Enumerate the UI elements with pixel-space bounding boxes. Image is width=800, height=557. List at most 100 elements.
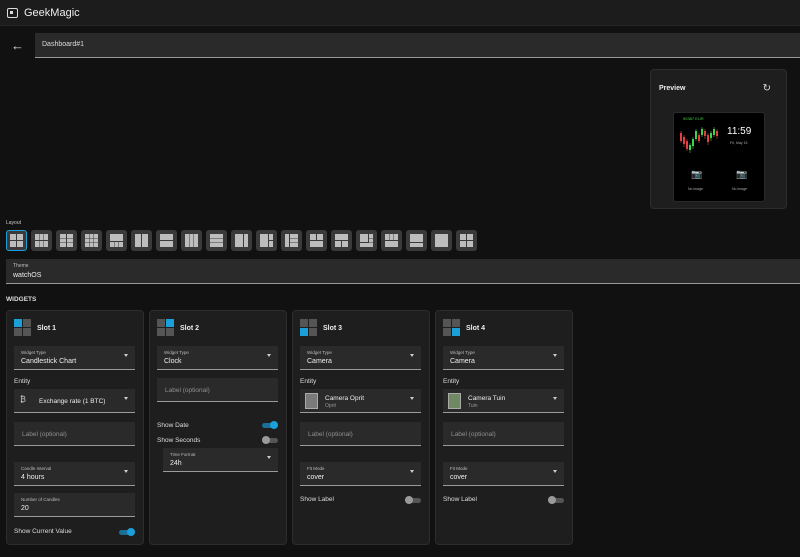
slot-card-3: Slot 3 Widget Type Camera Entity Camera …	[292, 310, 430, 545]
layout-option-button[interactable]	[406, 230, 427, 251]
slot-card-2: Slot 2 Widget Type Clock Label (optional…	[149, 310, 287, 545]
preview-card: Preview ↻ 90387 EUR 11:59 Fri, May 15 📷 …	[650, 69, 787, 209]
time-format-value: 24h	[170, 460, 182, 467]
dropdown-caret-icon	[553, 397, 557, 400]
fit-mode-select[interactable]: Fit Mode cover	[300, 462, 421, 486]
layout-option-button[interactable]	[31, 230, 52, 251]
dropdown-caret-icon	[410, 470, 414, 473]
slot-layout-icon	[157, 319, 174, 336]
layout-grid-icon	[35, 234, 48, 247]
device-price: 90387 EUR	[683, 116, 704, 121]
dropdown-caret-icon	[124, 470, 128, 473]
refresh-icon[interactable]: ↻	[763, 83, 771, 94]
widget-type-select[interactable]: Widget Type Camera	[443, 346, 564, 370]
time-format-select[interactable]: Time Format 24h	[163, 448, 278, 472]
layout-option-button[interactable]	[156, 230, 177, 251]
layout-option-button[interactable]	[331, 230, 352, 251]
layout-grid-icon	[335, 234, 348, 247]
widget-type-value: Camera	[450, 358, 475, 365]
entity-label: Entity	[300, 378, 317, 385]
show-seconds-toggle[interactable]	[262, 436, 278, 444]
back-arrow-icon[interactable]: ←	[11, 38, 24, 53]
entity-select[interactable]: Camera Oprit Oprit	[300, 389, 421, 413]
app-title: GeekMagic	[24, 6, 80, 19]
widget-type-label: Widget Type	[21, 350, 46, 355]
layout-option-button[interactable]	[256, 230, 277, 251]
label-placeholder: Label (optional)	[451, 431, 496, 438]
layout-option-button[interactable]	[231, 230, 252, 251]
widget-type-label: Widget Type	[450, 350, 475, 355]
slot-layout-icon	[14, 319, 31, 336]
show-label-label: Show Label	[443, 496, 477, 503]
widget-type-value: Clock	[164, 358, 182, 365]
show-label-toggle[interactable]	[405, 496, 421, 504]
dropdown-caret-icon	[410, 354, 414, 357]
dropdown-caret-icon	[124, 397, 128, 400]
layout-option-button[interactable]	[306, 230, 327, 251]
layout-grid-icon	[185, 234, 198, 247]
number-of-candles-input[interactable]: Number of Candles 20	[14, 493, 135, 517]
layout-grid-icon	[385, 234, 398, 247]
device-date: Fri, May 15	[730, 141, 748, 145]
layout-grid-icon	[285, 234, 298, 247]
label-input[interactable]: Label (optional)	[14, 422, 135, 446]
camera-thumbnail	[448, 393, 461, 409]
label-placeholder: Label (optional)	[308, 431, 353, 438]
layout-option-button[interactable]	[356, 230, 377, 251]
layout-grid-icon	[460, 234, 473, 247]
number-of-candles-label: Number of Candles	[21, 497, 60, 502]
entity-select[interactable]: Camera Tuin Tuin	[443, 389, 564, 413]
layout-option-button[interactable]	[131, 230, 152, 251]
device-no-image-left: No image	[688, 187, 703, 191]
show-current-value-label: Show Current Value	[14, 528, 72, 535]
candle-interval-value: 4 hours	[21, 474, 45, 481]
layout-option-button[interactable]	[281, 230, 302, 251]
layout-option-button[interactable]	[206, 230, 227, 251]
widget-type-select[interactable]: Widget Type Candlestick Chart	[14, 346, 135, 370]
label-input[interactable]: Label (optional)	[300, 422, 421, 446]
widget-type-select[interactable]: Widget Type Clock	[157, 346, 278, 370]
slot-card-1: Slot 1 Widget Type Candlestick Chart Ent…	[6, 310, 144, 545]
layout-option-button[interactable]	[181, 230, 202, 251]
layout-option-button[interactable]	[456, 230, 477, 251]
show-label-label: Show Label	[300, 496, 334, 503]
show-date-label: Show Date	[157, 422, 189, 429]
dropdown-caret-icon	[410, 397, 414, 400]
label-placeholder: Label (optional)	[165, 387, 210, 394]
dashboard-name-input[interactable]: Dashboard#1	[35, 33, 800, 58]
layout-grid-icon	[160, 234, 173, 247]
widget-type-select[interactable]: Widget Type Camera	[300, 346, 421, 370]
fit-mode-label: Fit Mode	[307, 466, 325, 471]
device-preview: 90387 EUR 11:59 Fri, May 15 📷 No image 📷…	[673, 112, 765, 202]
entity-name: Camera Oprit	[325, 395, 365, 402]
layout-grid-icon	[10, 234, 23, 247]
layout-option-button[interactable]	[81, 230, 102, 251]
layout-option-button[interactable]	[106, 230, 127, 251]
theme-select[interactable]: Theme watchOS	[6, 259, 800, 284]
entity-select[interactable]: ₿ Exchange rate (1 BTC)	[14, 389, 135, 413]
show-date-toggle[interactable]	[262, 421, 278, 429]
slot-title: Slot 3	[323, 325, 343, 332]
show-seconds-label: Show Seconds	[157, 437, 201, 444]
layout-option-button[interactable]	[381, 230, 402, 251]
monitor-icon	[7, 7, 18, 18]
candle-interval-select[interactable]: Candle Interval 4 hours	[14, 462, 135, 486]
app-header: GeekMagic	[0, 0, 800, 26]
label-input[interactable]: Label (optional)	[157, 378, 278, 402]
entity-name: Exchange rate (1 BTC)	[39, 398, 106, 405]
layout-label: Layout	[6, 220, 22, 226]
show-current-value-toggle[interactable]	[119, 528, 135, 536]
toggle-knob	[270, 421, 278, 429]
layout-grid-icon	[85, 234, 98, 247]
fit-mode-label: Fit Mode	[450, 466, 468, 471]
label-input[interactable]: Label (optional)	[443, 422, 564, 446]
layout-option-button[interactable]	[56, 230, 77, 251]
layout-grid-icon	[260, 234, 273, 247]
layout-option-button[interactable]	[431, 230, 452, 251]
fit-mode-select[interactable]: Fit Mode cover	[443, 462, 564, 486]
layout-option-button[interactable]	[6, 230, 27, 251]
show-label-toggle[interactable]	[548, 496, 564, 504]
device-no-image-right: No image	[732, 187, 747, 191]
device-candle-chart	[680, 127, 718, 153]
layout-grid-icon	[110, 234, 123, 247]
